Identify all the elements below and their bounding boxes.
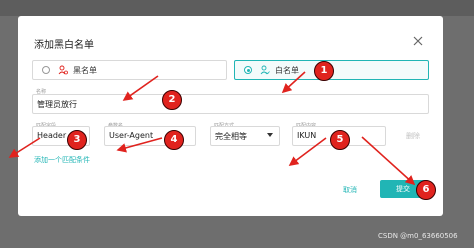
match-field-value: Header — [37, 131, 67, 140]
blacklist-option[interactable]: 黑名单 — [32, 60, 227, 80]
cancel-button[interactable]: 取消 — [343, 185, 357, 195]
dialog-title: 添加黑白名单 — [34, 40, 94, 51]
annotation-badge-3: 3 — [67, 130, 87, 150]
match-mode-select[interactable]: 完全相等 — [210, 126, 280, 146]
delete-rule-button[interactable]: 删除 — [406, 131, 420, 141]
watermark: CSDN @m0_63660506 — [378, 232, 458, 240]
blacklist-label: 黑名单 — [73, 66, 97, 75]
match-mode-value: 完全相等 — [215, 132, 247, 141]
annotation-badge-6: 6 — [416, 180, 436, 200]
name-input-value: 管理员放行 — [37, 100, 77, 109]
whitelist-radio[interactable] — [244, 66, 252, 74]
whitelist-label: 白名单 — [275, 66, 299, 75]
chevron-down-icon — [267, 133, 273, 137]
add-condition-link[interactable]: 添加一个匹配条件 — [34, 155, 90, 165]
user-allowed-icon — [260, 65, 270, 75]
backdrop — [0, 0, 474, 16]
annotation-badge-2: 2 — [162, 90, 182, 110]
annotation-badge-4: 4 — [164, 130, 184, 150]
name-input[interactable]: 管理员放行 — [32, 94, 429, 114]
param-name-value: User-Agent — [109, 131, 154, 140]
close-icon[interactable] — [412, 35, 424, 47]
annotation-badge-5: 5 — [330, 130, 350, 150]
match-content-value: IKUN — [297, 131, 317, 140]
add-list-dialog: 添加黑白名单 黑名单 白名单 名称 管理员放行 匹配字段 Header 参数名 … — [18, 16, 443, 216]
user-blocked-icon — [58, 65, 68, 75]
blacklist-radio[interactable] — [42, 66, 50, 74]
annotation-badge-1: 1 — [314, 61, 334, 81]
